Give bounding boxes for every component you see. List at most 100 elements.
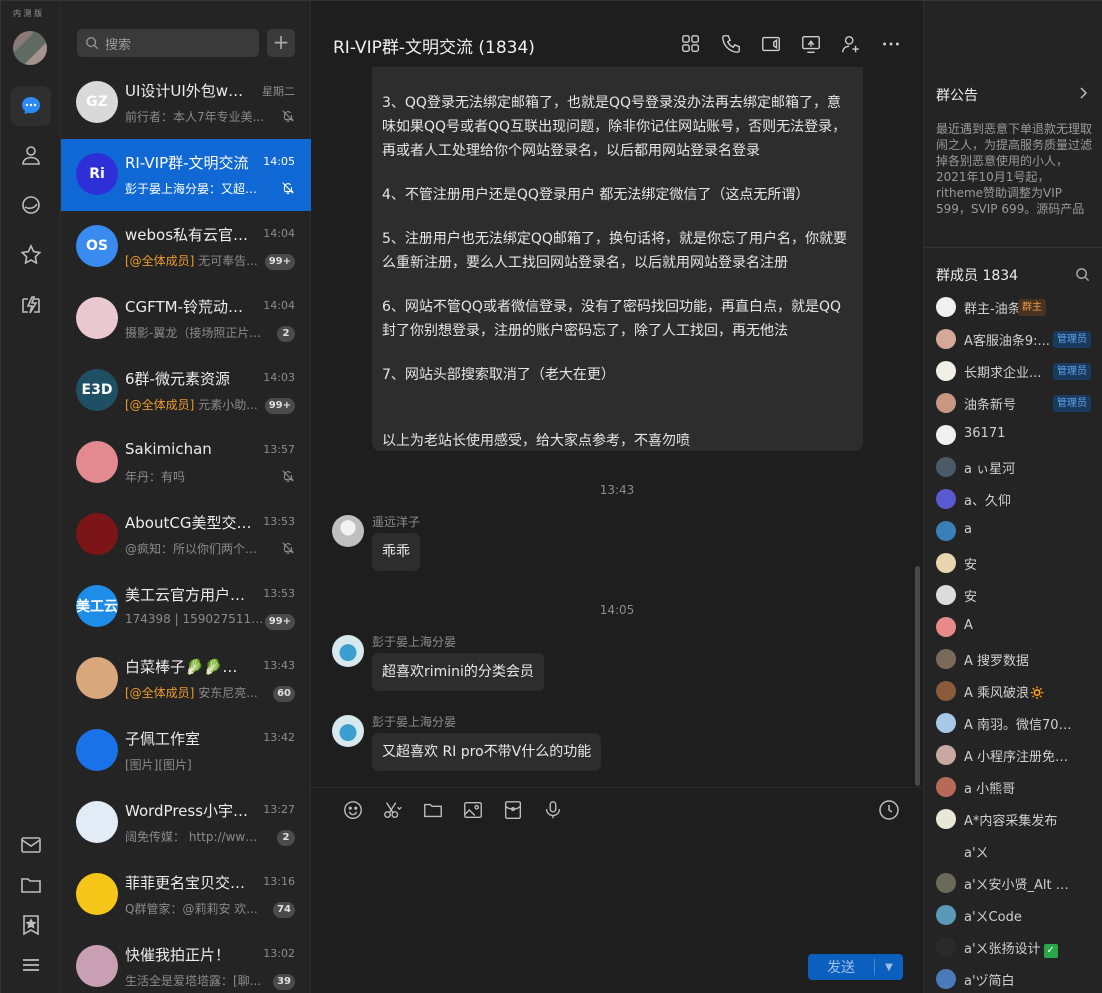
conversation-item[interactable]: E3D 6群-微元素资源 14:03 [@全体成员] 元素小助... 99+ [61, 355, 311, 427]
announcement-text[interactable]: 最近遇到恶意下单退款无理取闹之人，为提高服务质量过滤掉各别恶意使用的小人，202… [936, 121, 1096, 217]
sender-name[interactable]: 彭于晏上海分晏 [372, 633, 456, 650]
member-name: a 小熊哥 [964, 778, 1015, 797]
conversation-item[interactable]: 美工云 美工云官方用户反... 13:53 174398 | 1590275110..… [61, 571, 311, 643]
member-item[interactable]: a ぃ星河 [936, 456, 1102, 478]
clock-icon [879, 800, 899, 820]
avatar[interactable] [332, 635, 364, 667]
member-name: a'ㄨ [964, 842, 989, 861]
member-item[interactable]: A 搜罗数据 [936, 648, 1102, 670]
send-button[interactable]: 发送 ▼ [808, 954, 903, 980]
nav-collections[interactable] [11, 905, 51, 945]
chevron-down-icon[interactable]: ▼ [875, 962, 903, 973]
avatar-text: GZ [86, 94, 108, 110]
apps-grid-button[interactable] [671, 31, 711, 57]
search-input[interactable]: 搜索 [77, 29, 259, 57]
nav-messages[interactable] [11, 86, 51, 126]
conversation-item[interactable]: 菲菲更名宝贝交流群 13:16 Q群管家：@莉莉安 欢... 74 [61, 859, 311, 931]
image-button[interactable] [453, 798, 493, 822]
nav-mail[interactable] [11, 825, 51, 865]
member-item[interactable]: A 小程序注册免认证... [936, 744, 1102, 766]
role-badge: 管理员 [1053, 395, 1091, 412]
member-item[interactable]: a'ㄨ张扬设计 ✓ [936, 936, 1102, 958]
nav-files[interactable] [11, 865, 51, 905]
message-bubble[interactable]: 又超喜欢 RI pro不带V什么的功能 [372, 733, 602, 771]
conversation-item[interactable]: Sakimichan 13:57 年丹：有吗 [61, 427, 311, 499]
member-item[interactable]: 安 [936, 552, 1102, 574]
conversation-name: 菲菲更名宝贝交流群 [125, 874, 255, 892]
member-item[interactable]: a'ㄨ [936, 840, 1102, 862]
member-item[interactable]: A*内容采集发布 [936, 808, 1102, 830]
mute-bell-icon [282, 110, 294, 122]
conversation-item[interactable]: OS webos私有云官方... 14:04 [@全体成员] 无可奉告... 99+ [61, 211, 311, 283]
member-item[interactable]: A 乘风破浪🔅 [936, 680, 1102, 702]
conversation-item[interactable]: Ri RI-VIP群-文明交流 14:05 彭于晏上海分晏：又超喜... [61, 139, 311, 211]
conversation-item[interactable]: AboutCG美型交流... 13:53 @疯知：所以你们两个先... [61, 499, 311, 571]
conversation-time: 13:53 [263, 587, 295, 600]
conversation-item[interactable]: GZ UI设计UI外包www... 星期二 前行者：本人7年专业美... [61, 67, 311, 139]
avatar: E3D [76, 369, 118, 411]
more-button[interactable] [871, 31, 911, 57]
chat-scrollbar[interactable] [915, 566, 920, 786]
nav-menu[interactable] [11, 945, 51, 985]
member-item[interactable]: 安 [936, 584, 1102, 606]
message-bubble[interactable]: 乖乖 [372, 533, 420, 571]
member-name: 安 [964, 554, 977, 573]
avatar[interactable] [332, 715, 364, 747]
member-item[interactable]: A [936, 616, 1102, 638]
conversation-preview: [@全体成员] 无可奉告... [125, 252, 265, 269]
member-item[interactable]: A客服油条9:... 管理员 [936, 328, 1102, 350]
sender-name[interactable]: 遥远洋子 [372, 513, 420, 530]
conversation-item[interactable]: WordPress小宇宙... 13:27 阔免传媒： http://www.j..… [61, 787, 311, 859]
history-button[interactable] [877, 798, 901, 822]
create-button[interactable]: + [267, 29, 295, 57]
member-item[interactable]: a'ヅ简白 [936, 968, 1102, 990]
message-composer[interactable]: 发送 ▼ [311, 787, 923, 993]
conversation-item[interactable]: 快催我拍正片！ 13:02 生活全是爱塔塔露：[聊... 39 [61, 931, 311, 993]
my-avatar[interactable] [13, 31, 47, 65]
member-item[interactable]: 36171 [936, 424, 1102, 446]
mail-icon [21, 837, 41, 853]
member-item[interactable]: a'ㄨ安小贤_Alt 𝓥𝒾𝓹P [936, 872, 1102, 894]
emoji-button[interactable] [333, 798, 373, 822]
screenshot-button[interactable] [373, 798, 413, 822]
conversation-item[interactable]: CGFTM-铃荒动漫... 14:04 摄影-翼龙（接场照正片... 2 [61, 283, 311, 355]
preview-text: 生活全是爱塔塔露：[聊... [125, 974, 262, 988]
preview-text: 年丹：有吗 [125, 470, 186, 484]
search-icon[interactable] [1075, 267, 1090, 282]
video-call-button[interactable] [751, 31, 791, 57]
member-item[interactable]: a'ㄨCode [936, 904, 1102, 926]
member-item[interactable]: a 小熊哥 [936, 776, 1102, 798]
file-button[interactable] [413, 798, 453, 822]
member-item[interactable]: a、久仰 [936, 488, 1102, 510]
nav-contacts[interactable] [11, 135, 51, 175]
sender-name[interactable]: 彭于晏上海分晏 [372, 713, 456, 730]
member-item[interactable]: 群主-油条 群主 [936, 296, 1102, 318]
chat-title: RI-VIP群-文明交流 (1834) [333, 38, 535, 58]
message-bubble[interactable]: 超喜欢rimini的分类会员 [372, 653, 544, 691]
add-member-button[interactable] [831, 31, 871, 57]
conversation-name: RI-VIP群-文明交流 [125, 154, 249, 172]
conversation-item[interactable]: 子佩工作室 13:42 [图片][图片] [61, 715, 311, 787]
member-item[interactable]: a [936, 520, 1102, 542]
member-name-text: 长期求企业... [964, 366, 1042, 381]
member-name: 油条新号 [964, 394, 1016, 413]
preview-text: 元素小助... [194, 398, 258, 412]
conversation-preview: [图片][图片] [125, 756, 265, 773]
announcement-title[interactable]: 群公告 [936, 85, 978, 105]
avatar[interactable] [332, 515, 364, 547]
member-item[interactable]: 长期求企业... 管理员 [936, 360, 1102, 382]
role-badge: 群主 [1018, 299, 1046, 316]
nav-channels[interactable] [11, 185, 51, 225]
conversation-item[interactable]: 白菜棒子🥬🥬🥬... 13:43 [@全体成员] 安东尼亮... 60 [61, 643, 311, 715]
nav-favorites[interactable] [11, 235, 51, 275]
voice-call-button[interactable] [711, 31, 751, 57]
red-packet-button[interactable] [493, 798, 533, 822]
nav-apps[interactable] [11, 285, 51, 325]
chevron-right-icon[interactable] [1076, 85, 1090, 101]
voice-button[interactable] [533, 798, 573, 822]
avatar: GZ [76, 81, 118, 123]
screen-share-button[interactable] [791, 31, 831, 57]
member-item[interactable]: A 南羽。微信7000031 [936, 712, 1102, 734]
screen-share-icon [802, 35, 820, 53]
member-item[interactable]: 油条新号 管理员 [936, 392, 1102, 414]
